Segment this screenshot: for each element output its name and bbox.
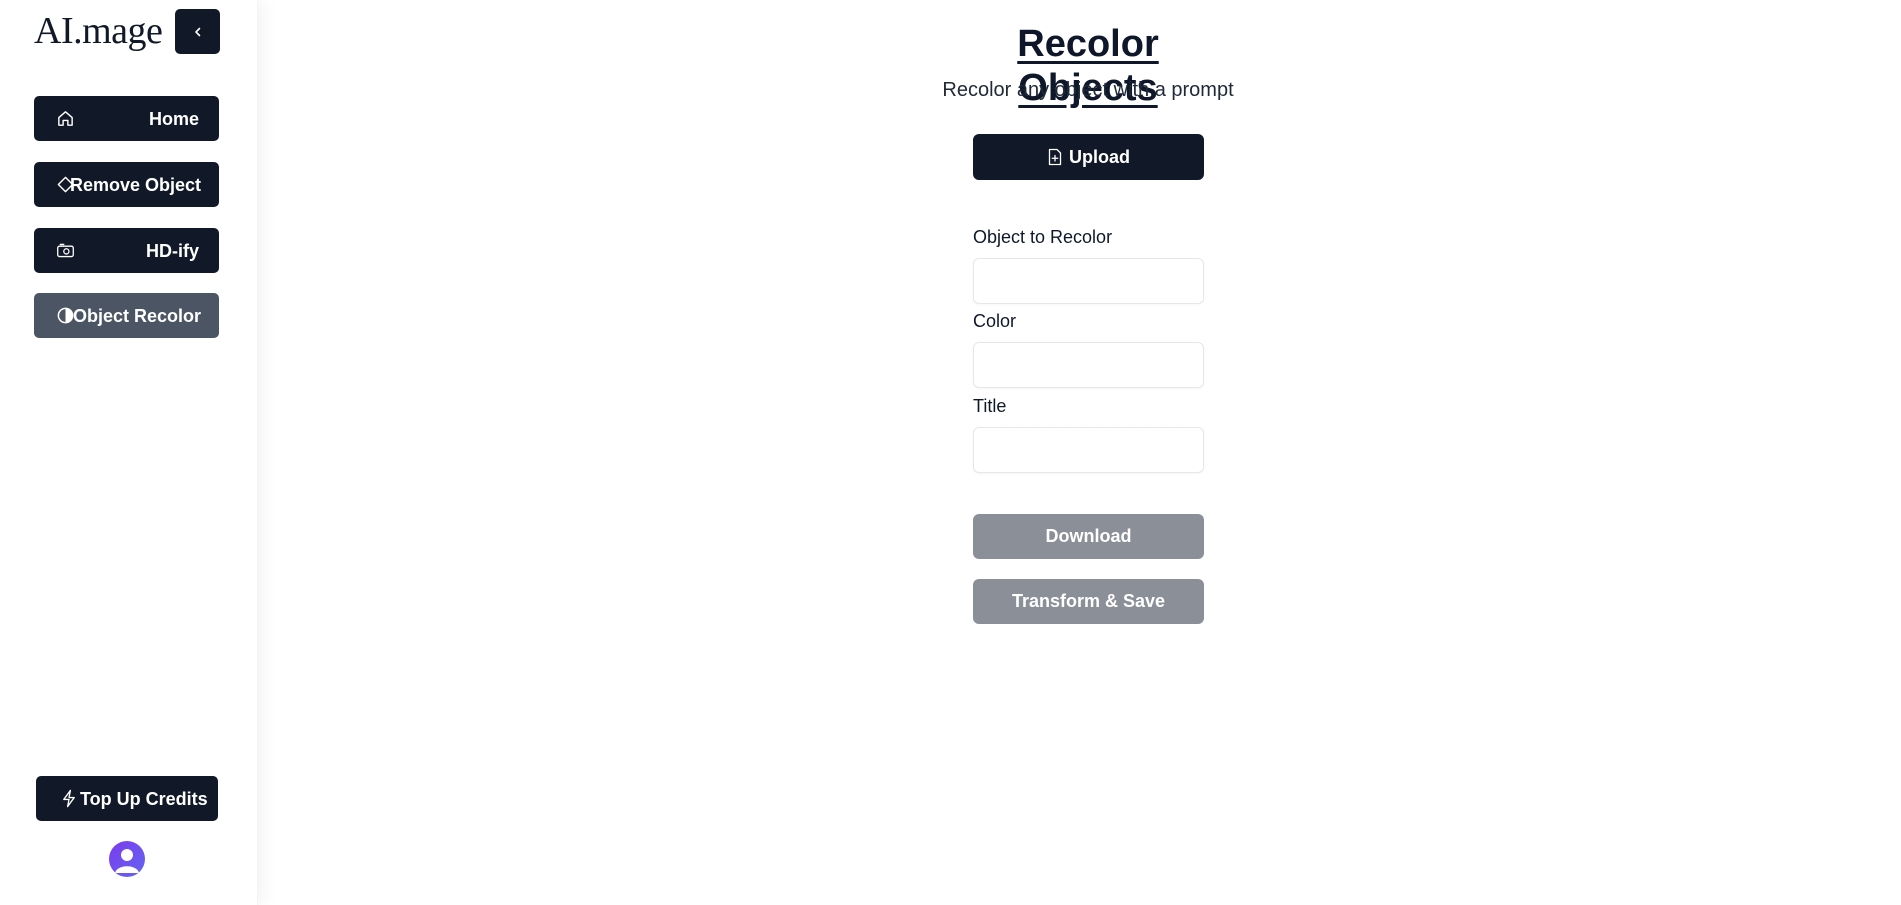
page-subtitle: Recolor any object with a prompt (942, 79, 1234, 101)
object-to-recolor-input[interactable] (973, 258, 1204, 304)
sidebar-item-label: Home (148, 109, 199, 129)
sidebar-item-remove-object[interactable]: Remove Object (34, 162, 219, 207)
transform-save-button[interactable]: Transform & Save (973, 579, 1204, 624)
user-avatar-icon (115, 849, 139, 873)
sidebar-item-label: Remove Object (69, 175, 201, 195)
app-root: AI.mage Home Remove Object HD-ify Object… (0, 0, 1901, 905)
user-avatar[interactable] (109, 841, 145, 877)
sidebar-item-label: HD-ify (146, 241, 199, 261)
sidebar-item-object-recolor[interactable]: Object Recolor (34, 293, 219, 338)
camera-icon (56, 241, 75, 260)
upload-button[interactable]: Upload (973, 134, 1204, 180)
sidebar: AI.mage Home Remove Object HD-ify Object… (0, 0, 258, 905)
sidebar-item-hd-ify[interactable]: HD-ify (34, 228, 219, 273)
lightning-icon (60, 789, 78, 808)
title-input[interactable] (973, 427, 1204, 473)
home-icon (56, 109, 75, 128)
object-to-recolor-label: Object to Recolor (973, 227, 1113, 247)
color-input[interactable] (973, 342, 1204, 388)
upload-label: Upload (1069, 146, 1130, 167)
download-button[interactable]: Download (973, 514, 1204, 559)
chevron-left-icon (194, 27, 200, 36)
sidebar-item-label: Object Recolor (72, 306, 201, 326)
collapse-sidebar-button[interactable] (175, 9, 220, 54)
color-label: Color (973, 311, 1017, 331)
title-label: Title (973, 396, 1007, 416)
sidebar-item-home[interactable]: Home (34, 96, 219, 141)
brand-logo[interactable]: AI.mage (34, 9, 163, 53)
top-up-credits-label: Top Up Credits (80, 789, 208, 809)
top-up-credits-button[interactable]: Top Up Credits (36, 776, 218, 821)
file-plus-icon (1048, 148, 1062, 166)
